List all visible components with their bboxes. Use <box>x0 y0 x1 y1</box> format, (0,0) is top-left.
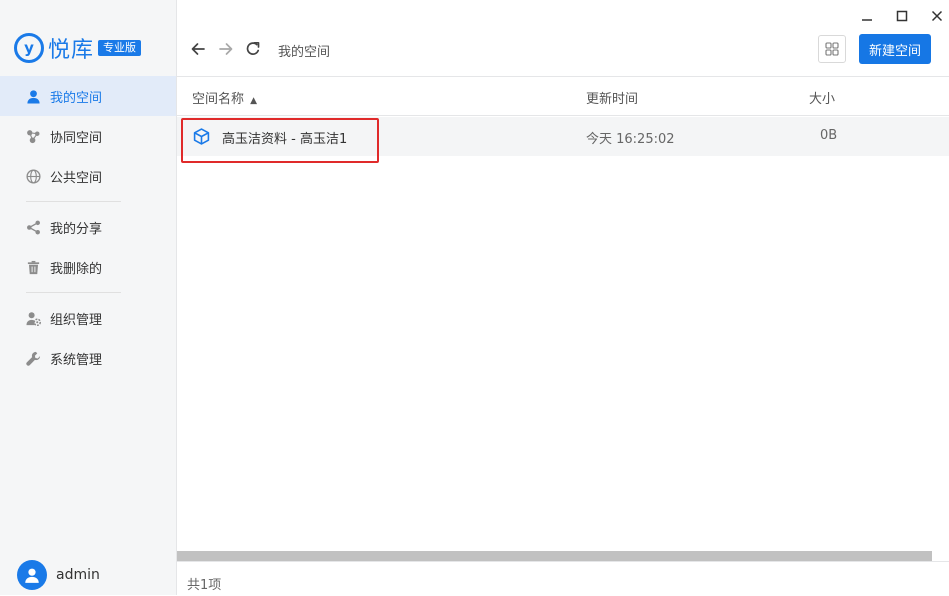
sidebar-item-public-space[interactable]: 公共空间 <box>0 156 176 196</box>
horizontal-scrollbar[interactable] <box>177 551 932 561</box>
globe-icon <box>25 168 41 184</box>
item-count: 共1项 <box>187 578 222 593</box>
table-header: 空间名称 ▲ 更新时间 大小 <box>177 76 949 116</box>
sidebar-item-deleted[interactable]: 我删除的 <box>0 247 176 287</box>
wrench-icon <box>25 350 41 366</box>
close-icon[interactable] <box>927 6 947 26</box>
sidebar-item-label: 我的空间 <box>50 90 103 106</box>
updated-time: 今天 16:25:02 <box>586 132 675 147</box>
back-arrow-icon[interactable] <box>190 41 206 61</box>
sidebar-divider <box>26 201 121 202</box>
user-profile[interactable]: admin <box>17 560 100 590</box>
selection-highlight-box <box>181 118 379 163</box>
sidebar-item-label: 我删除的 <box>50 261 103 277</box>
sidebar-item-label: 组织管理 <box>50 312 103 328</box>
sidebar-divider <box>26 292 121 293</box>
minimize-icon[interactable] <box>857 6 877 26</box>
sidebar-item-label: 协同空间 <box>50 130 103 146</box>
avatar[interactable] <box>17 560 47 590</box>
grid-view-button[interactable] <box>818 35 846 63</box>
trash-icon <box>25 259 41 275</box>
column-header-size[interactable]: 大小 <box>809 88 835 107</box>
username: admin <box>56 567 100 583</box>
logo-mark-icon: y <box>14 33 44 63</box>
collaboration-icon <box>25 128 41 144</box>
column-header-updated[interactable]: 更新时间 <box>586 88 638 107</box>
sidebar-item-my-share[interactable]: 我的分享 <box>0 207 176 247</box>
breadcrumb[interactable]: 我的空间 <box>278 41 330 60</box>
sidebar-item-collab-space[interactable]: 协同空间 <box>0 116 176 156</box>
sidebar-item-label: 系统管理 <box>50 352 103 368</box>
edition-badge: 专业版 <box>98 40 142 56</box>
new-space-button[interactable]: 新建空间 <box>859 34 931 64</box>
sidebar-item-label: 我的分享 <box>50 221 103 237</box>
column-header-name[interactable]: 空间名称 ▲ <box>192 88 257 107</box>
sidebar-item-my-space[interactable]: 我的空间 <box>0 76 176 116</box>
refresh-icon[interactable] <box>245 41 261 61</box>
status-bar: 共1项 <box>177 561 949 596</box>
person-icon <box>25 88 41 104</box>
org-settings-icon <box>25 310 41 326</box>
grid-view-icon <box>825 42 839 56</box>
sort-asc-icon: ▲ <box>250 96 258 106</box>
sidebar-item-system-management[interactable]: 系统管理 <box>0 338 176 378</box>
app-logo: y 悦库 专业版 <box>14 30 142 66</box>
file-size: 0B <box>820 128 838 143</box>
forward-arrow-icon[interactable] <box>218 41 234 61</box>
sidebar-item-org-management[interactable]: 组织管理 <box>0 298 176 338</box>
sidebar-item-label: 公共空间 <box>50 170 103 186</box>
sidebar: y 悦库 专业版 我的空间 协同空间 公共空间 我的分享 我删除的 组织管理 系… <box>0 0 177 595</box>
maximize-icon[interactable] <box>892 6 912 26</box>
share-icon <box>25 219 41 235</box>
brand-name: 悦库 <box>48 38 95 63</box>
